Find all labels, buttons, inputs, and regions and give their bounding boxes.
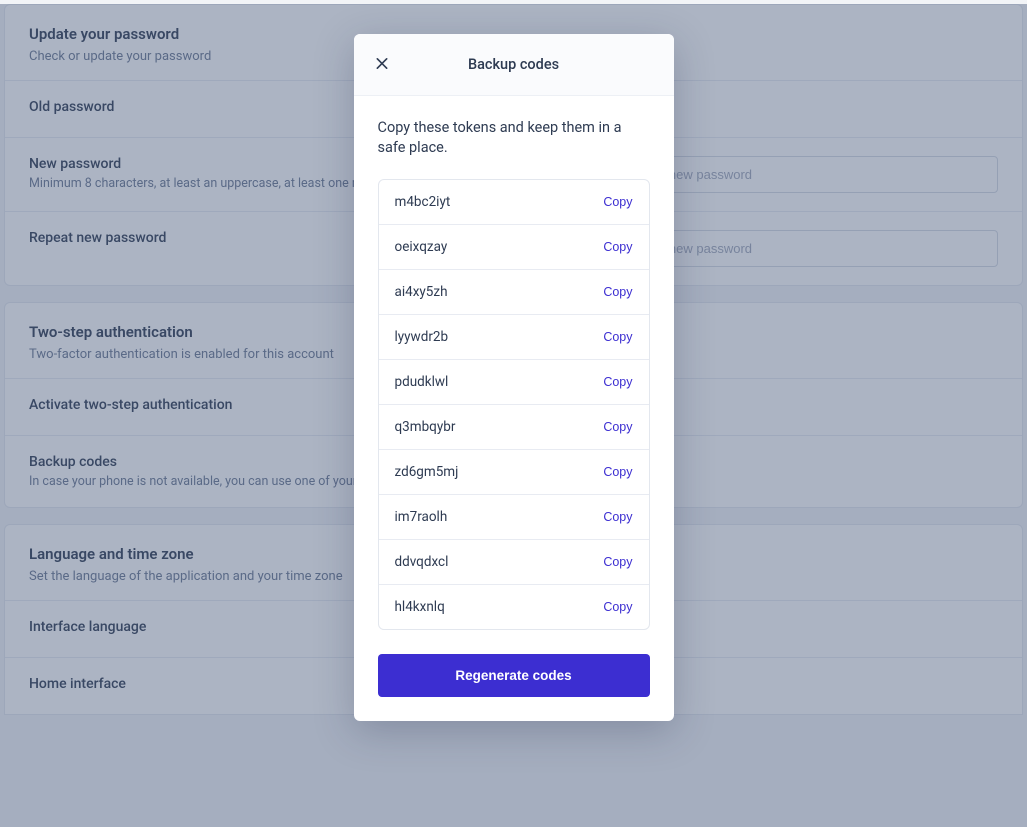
code-value: pdudklwl <box>395 374 449 390</box>
copy-code-button[interactable]: Copy <box>603 240 632 254</box>
code-value: ai4xy5zh <box>395 284 448 300</box>
code-list: m4bc2iytCopyoeixqzayCopyai4xy5zhCopylyyw… <box>378 179 650 630</box>
code-row: q3mbqybr Copy <box>379 405 649 450</box>
code-row: lyywdr2b Copy <box>379 315 649 360</box>
code-value: lyywdr2b <box>395 329 449 345</box>
code-row: zd6gm5mj Copy <box>379 450 649 495</box>
code-row: hl4kxnlq Copy <box>379 585 649 629</box>
regenerate-codes-button[interactable]: Regenerate codes <box>378 654 650 697</box>
copy-code-button[interactable]: Copy <box>603 195 632 209</box>
copy-code-button[interactable]: Copy <box>603 510 632 524</box>
modal-instruction: Copy these tokens and keep them in a saf… <box>378 118 650 159</box>
code-row: m4bc2iyt Copy <box>379 180 649 225</box>
copy-code-button[interactable]: Copy <box>603 600 632 614</box>
code-value: hl4kxnlq <box>395 599 445 615</box>
close-modal-button[interactable] <box>370 51 394 78</box>
backup-codes-modal: Backup codes Copy these tokens and keep … <box>354 34 674 721</box>
code-row: ddvqdxcl Copy <box>379 540 649 585</box>
code-row: oeixqzay Copy <box>379 225 649 270</box>
code-value: zd6gm5mj <box>395 464 459 480</box>
copy-code-button[interactable]: Copy <box>603 285 632 299</box>
modal-title: Backup codes <box>370 56 658 73</box>
copy-code-button[interactable]: Copy <box>603 465 632 479</box>
code-value: im7raolh <box>395 509 448 525</box>
code-row: im7raolh Copy <box>379 495 649 540</box>
copy-code-button[interactable]: Copy <box>603 330 632 344</box>
copy-code-button[interactable]: Copy <box>603 420 632 434</box>
code-value: m4bc2iyt <box>395 194 451 210</box>
code-value: q3mbqybr <box>395 419 456 435</box>
code-value: oeixqzay <box>395 239 448 255</box>
close-icon <box>374 55 390 74</box>
copy-code-button[interactable]: Copy <box>603 555 632 569</box>
copy-code-button[interactable]: Copy <box>603 375 632 389</box>
code-row: pdudklwl Copy <box>379 360 649 405</box>
code-row: ai4xy5zh Copy <box>379 270 649 315</box>
code-value: ddvqdxcl <box>395 554 449 570</box>
